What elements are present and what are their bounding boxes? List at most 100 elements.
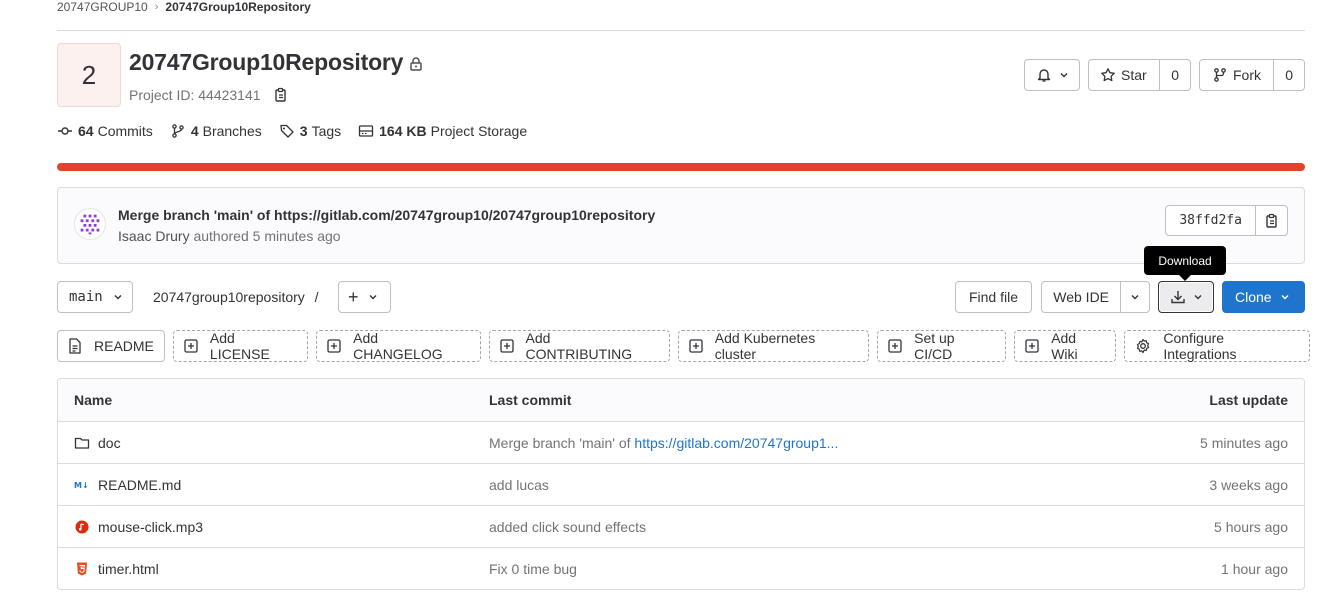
column-header-name: Name <box>74 392 113 408</box>
last-update-cell: 1 hour ago <box>1221 560 1288 577</box>
web-ide-dropdown-toggle[interactable] <box>1120 282 1149 312</box>
file-name-link[interactable]: README.md <box>98 477 181 493</box>
quick-action-add-changelog[interactable]: Add CHANGELOG <box>316 330 481 362</box>
html5-icon <box>74 561 94 577</box>
quick-action-add-kubernetes-cluster[interactable]: Add Kubernetes cluster <box>677 330 870 362</box>
repo-path-root-link[interactable]: 20747group10repository <box>153 289 305 305</box>
tag-icon <box>280 124 294 138</box>
add-to-tree-dropdown[interactable]: + <box>338 281 391 313</box>
repo-path-separator: / <box>314 289 319 305</box>
star-button-group: Star 0 <box>1088 59 1191 91</box>
branches-count: 4 <box>190 123 199 139</box>
commit-icon <box>58 127 72 135</box>
commit-meta: Isaac Drury authored 5 minutes ago <box>118 228 341 244</box>
header-divider <box>57 30 1305 31</box>
table-row: doc Merge branch 'main' of https://gitlab… <box>58 421 1304 463</box>
breadcrumb-separator: › <box>154 1 159 13</box>
breadcrumb-group-link[interactable]: 20747GROUP10 <box>57 0 148 14</box>
quick-action-configure-integrations[interactable]: Configure Integrations <box>1124 330 1310 362</box>
project-avatar[interactable]: 2 <box>57 43 121 107</box>
commits-stat[interactable]: 64 Commits <box>57 123 153 139</box>
table-row: M↓ README.md add lucas 3 weeks ago <box>58 463 1304 505</box>
doc-icon <box>68 338 88 354</box>
branches-stat[interactable]: 4 Branches <box>170 123 262 139</box>
branch-name: main <box>69 289 103 305</box>
chevron-down-icon <box>369 295 377 300</box>
copy-icon[interactable] <box>273 87 289 103</box>
find-file-button[interactable]: Find file <box>955 281 1032 313</box>
quick-action-add-license[interactable]: Add LICENSE <box>172 330 309 362</box>
plus-square-icon <box>327 339 347 353</box>
fork-button-group: Fork 0 <box>1199 59 1305 91</box>
commit-message-link[interactable]: Merge branch 'main' of <box>489 435 634 451</box>
file-name-cell[interactable]: timer.html <box>74 561 159 577</box>
plus-square-icon <box>1025 339 1045 353</box>
table-row: mouse-click.mp3 added click sound effects… <box>58 505 1304 547</box>
markdown-icon: M↓ <box>74 477 94 493</box>
commit-message-link[interactable]: added click sound effects <box>489 519 646 535</box>
web-ide-button[interactable]: Web IDE <box>1042 282 1120 312</box>
plus-square-icon <box>499 339 520 353</box>
commit-message-link[interactable]: add lucas <box>489 477 549 493</box>
file-name-link[interactable]: mouse-click.mp3 <box>98 519 203 535</box>
star-count[interactable]: 0 <box>1159 60 1190 90</box>
quick-action-add-wiki[interactable]: Add Wiki <box>1014 330 1117 362</box>
author-avatar[interactable] <box>74 208 106 240</box>
last-update-cell: 5 hours ago <box>1214 518 1288 535</box>
commit-title-link[interactable]: Merge branch 'main' of https://gitlab.co… <box>118 207 655 223</box>
commit-url-link[interactable]: https://gitlab.com/20747group1... <box>634 435 838 451</box>
storage-icon <box>358 125 374 137</box>
quick-action-add-contributing[interactable]: Add CONTRIBUTING <box>488 330 670 362</box>
commit-sha[interactable]: 38ffd2fa <box>1166 206 1255 235</box>
file-tree-table: Name Last commit Last update doc Merge br… <box>57 378 1305 590</box>
quick-action-set-up-ci-cd[interactable]: Set up CI/CD <box>877 330 1007 362</box>
audio-file-icon <box>74 519 94 535</box>
download-dropdown[interactable] <box>1158 281 1214 313</box>
chevron-down-icon <box>1060 73 1068 78</box>
fork-count[interactable]: 0 <box>1273 60 1304 90</box>
breadcrumb: 20747GROUP10 › 20747Group10Repository <box>57 0 311 14</box>
storage-stat[interactable]: 164 KB Project Storage <box>358 123 527 139</box>
notification-dropdown[interactable] <box>1024 59 1080 91</box>
commit-author-link[interactable]: Isaac Drury <box>118 228 190 244</box>
clone-dropdown[interactable]: Clone <box>1222 281 1305 313</box>
chevron-down-icon <box>1131 295 1139 300</box>
repository-language-bar[interactable] <box>57 163 1305 171</box>
fork-label: Fork <box>1233 67 1261 83</box>
file-name-link[interactable]: timer.html <box>98 561 159 577</box>
file-name-cell[interactable]: mouse-click.mp3 <box>74 519 203 535</box>
bell-icon <box>1037 69 1051 82</box>
column-header-last-commit: Last commit <box>489 392 572 408</box>
fork-button[interactable]: Fork <box>1200 60 1273 90</box>
star-button[interactable]: Star <box>1089 60 1159 90</box>
column-header-last-update: Last update <box>1209 392 1288 408</box>
table-row: timer.html Fix 0 time bug 1 hour ago <box>58 547 1304 589</box>
commit-message-link[interactable]: Fix 0 time bug <box>489 561 577 577</box>
folder-icon <box>74 435 94 451</box>
clone-label: Clone <box>1235 289 1272 305</box>
breadcrumb-project-link[interactable]: 20747Group10Repository <box>165 0 310 14</box>
table-body: doc Merge branch 'main' of https://gitlab… <box>58 421 1304 589</box>
download-icon <box>1171 291 1185 304</box>
download-tooltip: Download <box>1144 246 1226 275</box>
copy-sha-button[interactable] <box>1255 206 1287 235</box>
last-commit-cell: add lucas <box>489 477 549 493</box>
commit-time: 5 minutes ago <box>252 228 341 244</box>
project-avatar-letter: 2 <box>81 59 97 90</box>
quick-action-label: Configure Integrations <box>1163 330 1237 362</box>
find-file-label: Find file <box>968 289 1019 305</box>
branch-selector[interactable]: main <box>57 281 133 313</box>
commits-count: 64 <box>78 123 94 139</box>
fork-count-value: 0 <box>1285 67 1294 83</box>
quick-action-readme[interactable]: README <box>57 330 165 362</box>
quick-action-label: Add CONTRIBUTING <box>525 330 633 362</box>
file-name-cell[interactable]: M↓ README.md <box>74 477 181 493</box>
tags-stat[interactable]: 3 Tags <box>279 123 341 139</box>
file-name-link[interactable]: doc <box>98 435 121 451</box>
repo-path-breadcrumb: 20747group10repository / <box>153 289 319 305</box>
plus-square-icon <box>689 339 709 353</box>
last-commit-panel <box>57 187 1305 264</box>
storage-size: 164 KB <box>379 123 427 139</box>
file-name-cell[interactable]: doc <box>74 435 121 451</box>
chevron-down-icon <box>1281 295 1289 300</box>
